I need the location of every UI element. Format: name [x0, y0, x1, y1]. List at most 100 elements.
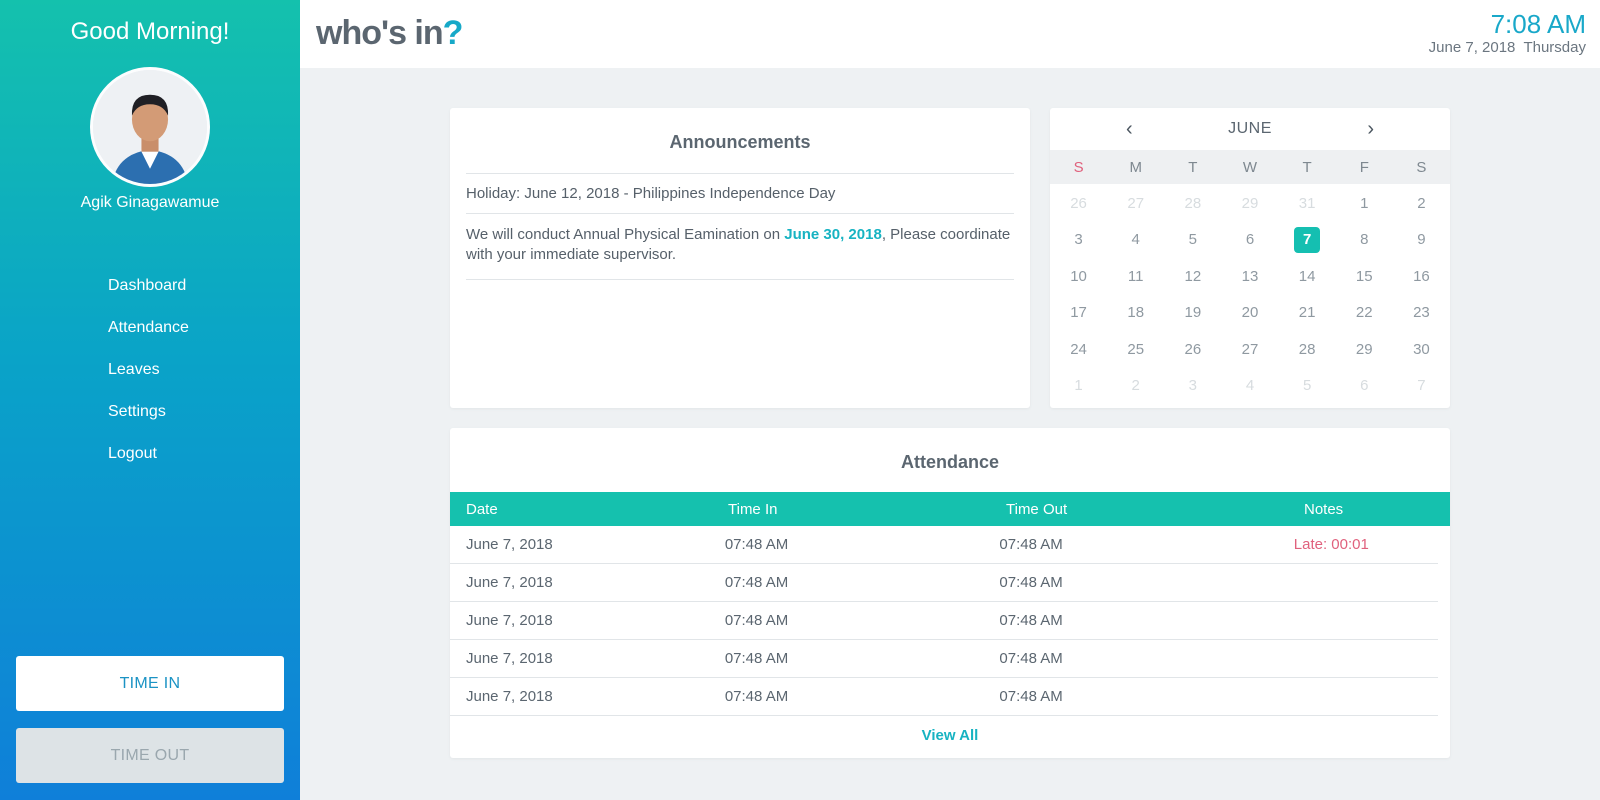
attendance-title: Attendance	[900, 452, 999, 472]
weekday-label: T	[1302, 158, 1312, 176]
time-in-button[interactable]: TIME IN	[16, 656, 284, 711]
calendar-day[interactable]: 21	[1279, 304, 1336, 321]
cell-date: June 7, 2018	[466, 688, 553, 705]
calendar-day[interactable]: 18	[1107, 304, 1164, 321]
calendar-day[interactable]: 28	[1164, 195, 1221, 212]
table-row: June 7, 2018 07:48 AM 07:48 AM	[450, 640, 1438, 678]
chevron-right-icon[interactable]: ›	[1367, 118, 1374, 141]
nav-item-attendance[interactable]: Attendance	[108, 318, 189, 360]
cell-date: June 7, 2018	[466, 574, 553, 591]
announcement-date-highlight: June 30, 2018	[784, 226, 882, 243]
announcements-title: Announcements	[466, 108, 1014, 174]
clock: 7:08 AM June 7, 2018 Thursday	[1429, 10, 1586, 56]
calendar-day[interactable]: 16	[1393, 268, 1450, 285]
calendar-day[interactable]: 5	[1279, 377, 1336, 394]
calendar-day[interactable]: 13	[1221, 268, 1278, 285]
calendar-day[interactable]: 6	[1221, 231, 1278, 248]
table-row: June 7, 2018 07:48 AM 07:48 AM	[450, 564, 1438, 602]
calendar-day[interactable]: 26	[1050, 195, 1107, 212]
nav-item-logout[interactable]: Logout	[108, 444, 189, 486]
table-row: June 7, 2018 07:48 AM 07:48 AM	[450, 678, 1438, 716]
calendar-day[interactable]: 5	[1164, 231, 1221, 248]
sidebar-nav: Dashboard Attendance Leaves Settings Log…	[108, 276, 189, 486]
calendar-day[interactable]: 17	[1050, 304, 1107, 321]
top-bar	[300, 0, 1600, 68]
calendar-day[interactable]: 2	[1107, 377, 1164, 394]
calendar-day[interactable]: 23	[1393, 304, 1450, 321]
current-time: 7:08 AM	[1490, 9, 1586, 39]
column-header-time-in: Time In	[728, 500, 778, 518]
current-date: June 7, 2018 Thursday	[1428, 39, 1586, 56]
cell-time-in: 07:48 AM	[724, 574, 789, 591]
calendar-day[interactable]: 1	[1050, 377, 1107, 394]
logo[interactable]: who's in?	[316, 14, 464, 53]
weekday-label: F	[1359, 158, 1369, 176]
time-out-button[interactable]: TIME OUT	[16, 728, 284, 783]
column-header-date: Date	[466, 500, 498, 518]
calendar-day[interactable]: 22	[1336, 304, 1393, 321]
calendar-day[interactable]: 7	[1393, 377, 1450, 394]
cell-time-out: 07:48 AM	[999, 536, 1063, 553]
calendar-day[interactable]: 2	[1393, 195, 1450, 212]
calendar-day[interactable]: 3	[1050, 231, 1107, 248]
announcement-item: Holiday: June 12, 2018 - Philippines Ind…	[466, 174, 1014, 214]
calendar-day[interactable]: 30	[1393, 341, 1450, 358]
table-row: June 7, 2018 07:48 AM 07:48 AM	[450, 602, 1438, 640]
calendar-day[interactable]: 25	[1107, 341, 1164, 358]
cell-time-out: 07:48 AM	[999, 688, 1063, 705]
nav-item-dashboard[interactable]: Dashboard	[108, 276, 189, 318]
nav-item-leaves[interactable]: Leaves	[108, 360, 189, 402]
calendar-day-selected[interactable]: 7	[1279, 226, 1336, 253]
cell-time-out: 07:48 AM	[999, 574, 1063, 591]
calendar-day[interactable]: 28	[1279, 341, 1336, 358]
calendar-day[interactable]: 9	[1393, 231, 1450, 248]
calendar-day[interactable]: 27	[1107, 195, 1164, 212]
calendar-day[interactable]: 29	[1221, 195, 1278, 212]
cell-time-in: 07:48 AM	[724, 650, 789, 667]
announcements-card: Announcements Holiday: June 12, 2018 - P…	[450, 108, 1030, 408]
selected-day-number: 7	[1294, 226, 1321, 253]
logo-text: who's in	[316, 14, 444, 52]
calendar-day[interactable]: 1	[1336, 195, 1393, 212]
calendar-day[interactable]: 29	[1336, 341, 1393, 358]
calendar-day[interactable]: 4	[1221, 377, 1278, 394]
column-header-time-out: Time Out	[1006, 500, 1068, 518]
calendar-day[interactable]: 26	[1164, 341, 1221, 358]
calendar-card: ‹ JUNE › S M T W T F S 26 27 28 29 31 1 …	[1050, 108, 1450, 408]
calendar-day[interactable]: 8	[1336, 231, 1393, 248]
cell-date: June 7, 2018	[466, 536, 553, 553]
cell-time-in: 07:48 AM	[724, 612, 789, 629]
cell-time-out: 07:48 AM	[999, 612, 1063, 629]
calendar-day[interactable]: 24	[1050, 341, 1107, 358]
calendar-day[interactable]: 11	[1107, 268, 1164, 285]
cell-notes: Late: 00:01	[1293, 536, 1369, 553]
user-name: Agik Ginagawamue	[80, 194, 220, 211]
chevron-left-icon[interactable]: ‹	[1126, 118, 1133, 141]
avatar[interactable]	[90, 67, 210, 187]
calendar-weekdays: S M T W T F S	[1050, 150, 1450, 184]
calendar-day[interactable]: 3	[1164, 377, 1221, 394]
logo-question-mark: ?	[442, 14, 464, 52]
calendar-day[interactable]: 14	[1279, 268, 1336, 285]
weekday-label: T	[1188, 158, 1198, 176]
calendar-day[interactable]: 15	[1336, 268, 1393, 285]
calendar-day[interactable]: 27	[1221, 341, 1278, 358]
announcement-text: Holiday: June 12, 2018 - Philippines Ind…	[466, 185, 836, 202]
cell-time-in: 07:48 AM	[724, 536, 789, 553]
view-all-link[interactable]: View All	[450, 727, 1450, 744]
calendar-day[interactable]: 12	[1164, 268, 1221, 285]
nav-item-settings[interactable]: Settings	[108, 402, 189, 444]
calendar-day[interactable]: 6	[1336, 377, 1393, 394]
calendar-day[interactable]: 4	[1107, 231, 1164, 248]
calendar-day[interactable]: 31	[1279, 195, 1336, 212]
cell-time-out: 07:48 AM	[999, 650, 1063, 667]
calendar-header: ‹ JUNE ›	[1050, 108, 1450, 150]
weekday-label: M	[1129, 158, 1142, 176]
announcement-item: We will conduct Annual Physical Eaminati…	[466, 214, 1014, 280]
calendar-day[interactable]: 10	[1050, 268, 1107, 285]
calendar-grid: 26 27 28 29 31 1 2 3 4 5 6 7 8 9 10 11 1…	[1050, 184, 1450, 404]
calendar-day[interactable]: 19	[1164, 304, 1221, 321]
calendar-day[interactable]: 20	[1221, 304, 1278, 321]
calendar-month: JUNE	[1228, 120, 1272, 137]
cell-time-in: 07:48 AM	[724, 688, 789, 705]
